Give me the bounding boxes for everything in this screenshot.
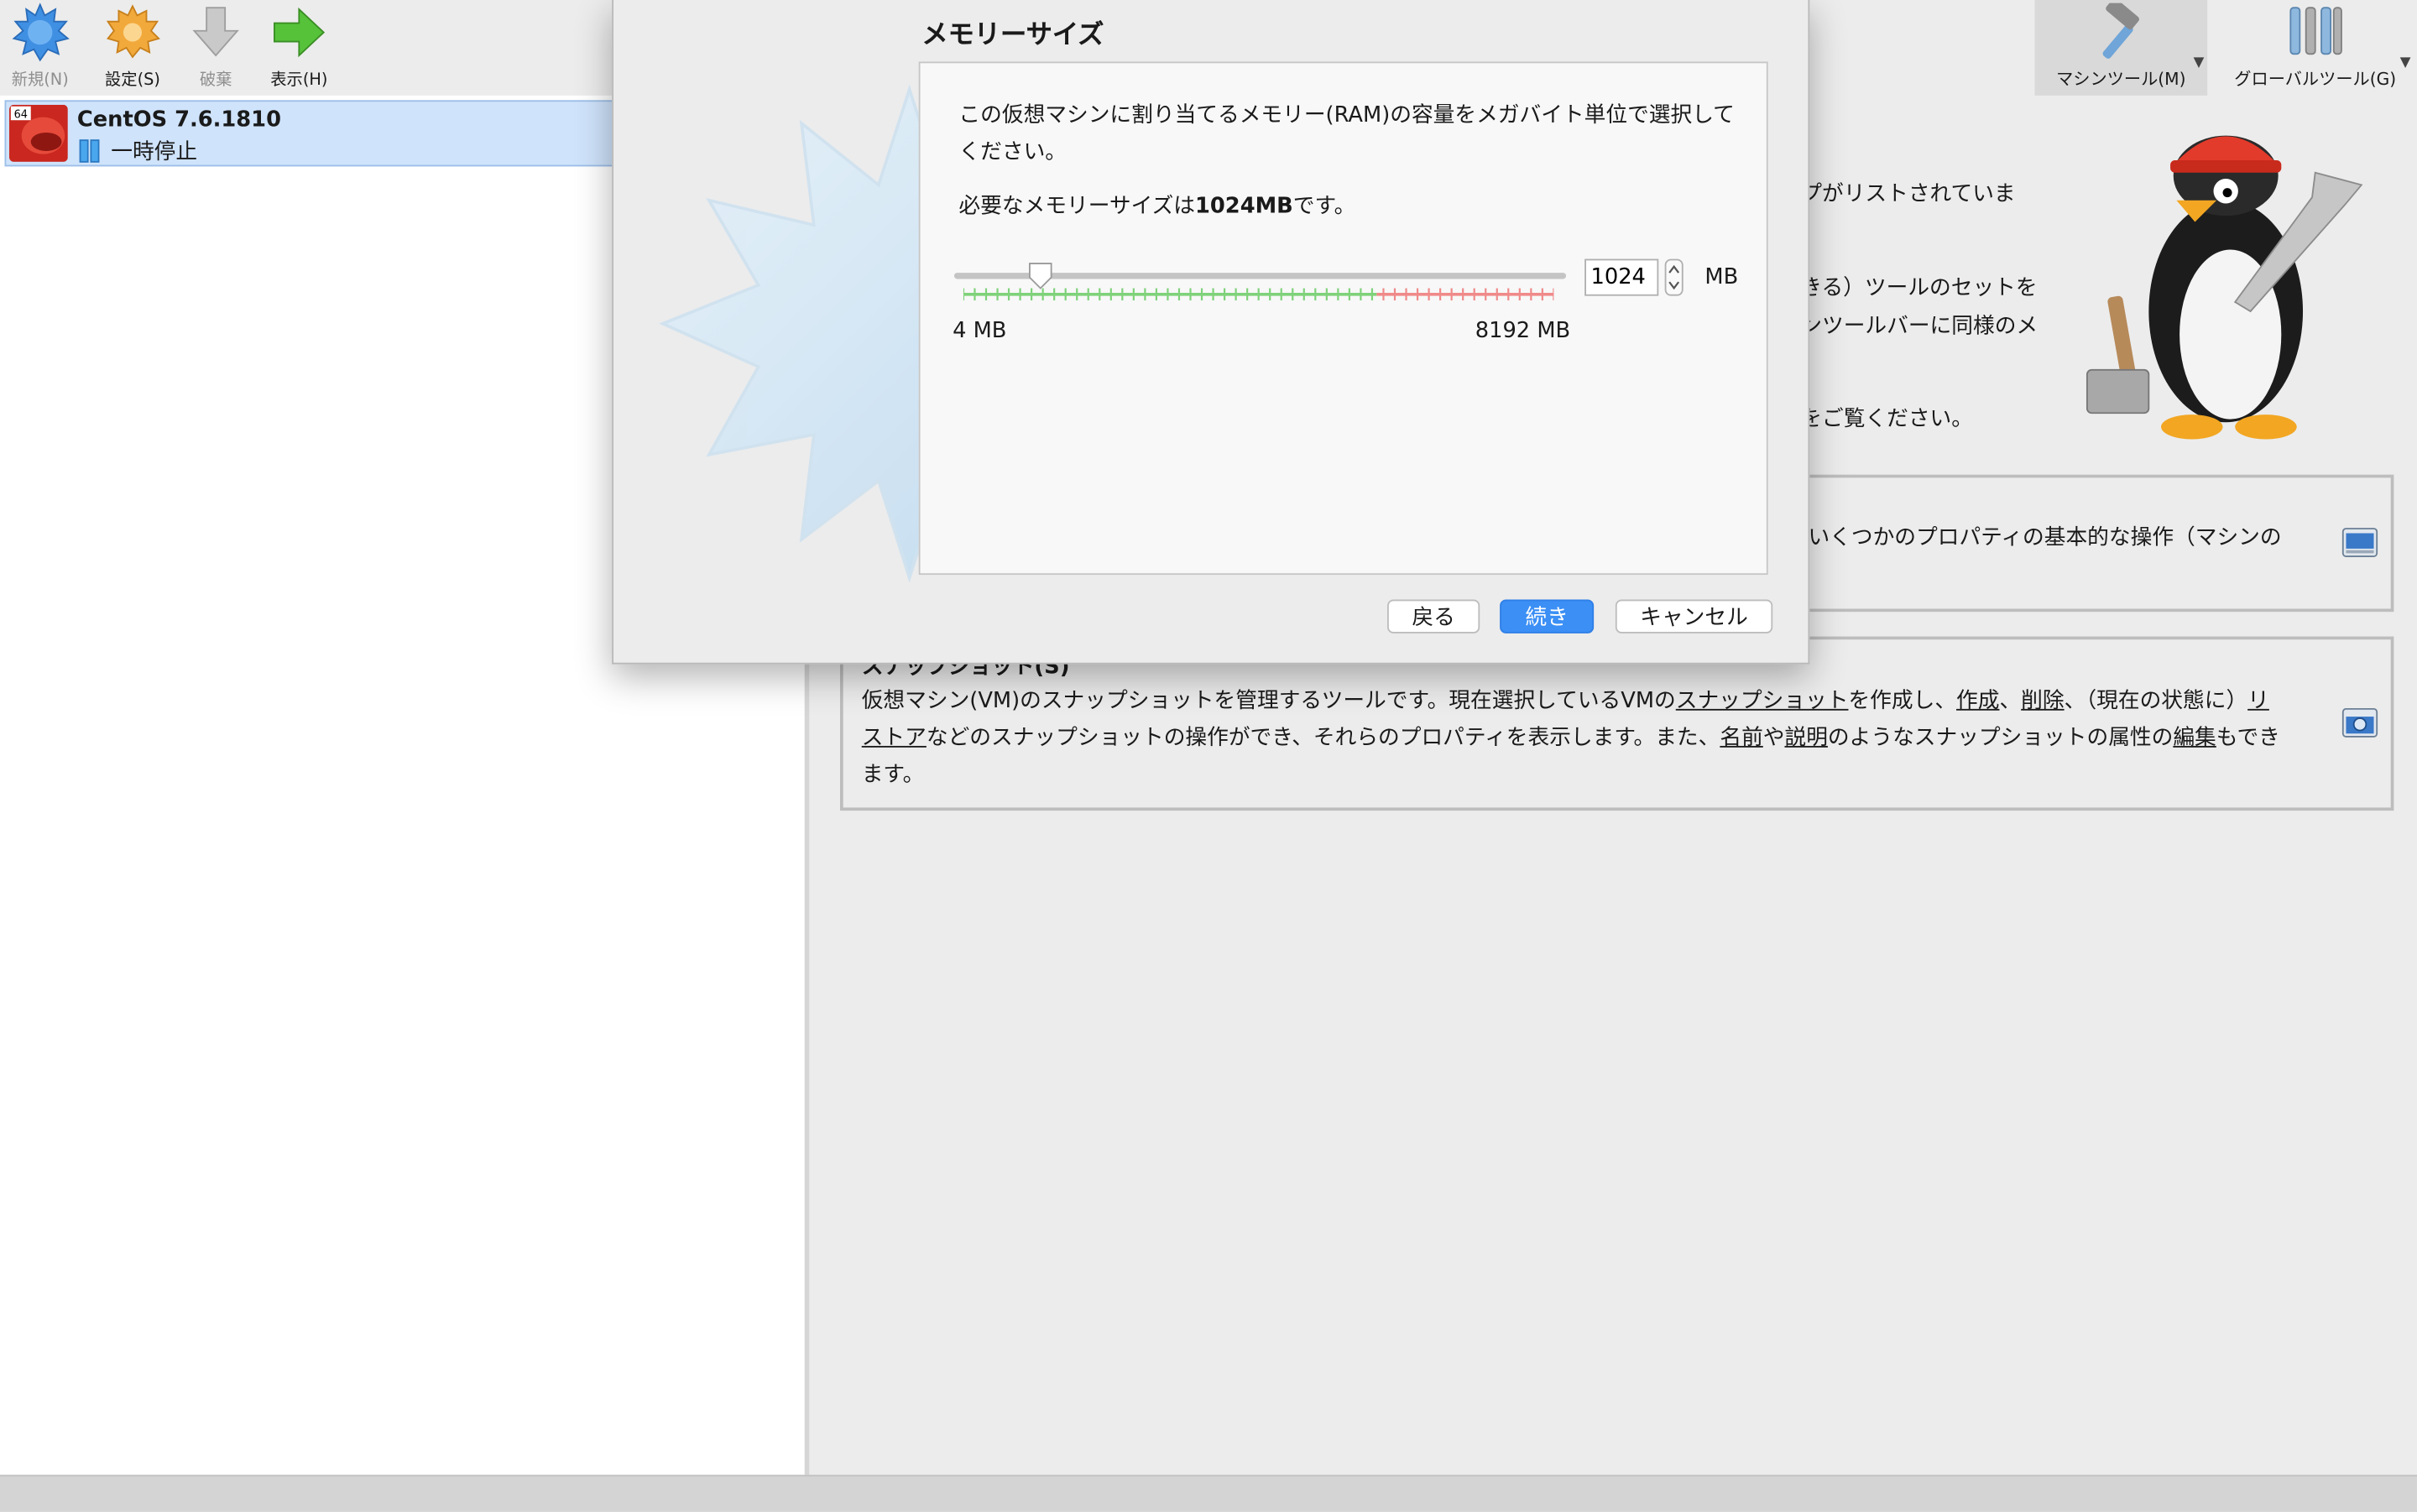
discard-button[interactable]: 破棄 (175, 3, 256, 93)
show-label: 表示(H) (270, 70, 328, 90)
memory-size-dialog: メモリーサイズ この仮想マシンに割り当てるメモリー(RAM)の容量をメガバイト単… (612, 0, 1810, 665)
memory-unit-label: MB (1704, 264, 1739, 290)
stepper-arrows-icon (1668, 264, 1680, 290)
memory-slider-handle[interactable] (1029, 262, 1053, 289)
snap-text-6: のようなスナップショットの属性の (1827, 726, 2174, 751)
required-prefix: 必要なメモリーサイズは (958, 194, 1196, 219)
welcome-line-4: をご覧ください。 (1800, 406, 1973, 432)
discard-label: 破棄 (199, 70, 232, 90)
status-bar (0, 1474, 2417, 1512)
snap-text-3: 、（現在の状態に） (2064, 689, 2248, 714)
details-description: いくつかのプロパティの基本的な操作（マシンの (1808, 525, 2282, 550)
gear-icon (106, 4, 160, 59)
snap-text-4: などのスナップショットの操作ができ、それらのプロパティを表示します。また、 (926, 726, 1720, 751)
new-label: 新規(N) (11, 70, 69, 90)
delete-link[interactable]: 削除 (2021, 689, 2064, 713)
vm-name: CentOS 7.6.1810 (76, 107, 281, 133)
restore-link-start[interactable]: リ (2247, 689, 2269, 713)
details-icon (2341, 528, 2378, 557)
arch-badge: 64 (14, 109, 28, 122)
settings-label: 設定(S) (105, 70, 160, 90)
cancel-button[interactable]: キャンセル (1615, 599, 1773, 633)
centos-os-icon: 64 (9, 104, 68, 162)
description-link[interactable]: 説明 (1784, 726, 1827, 750)
snapshots-line-2: ストアなどのスナップショットの操作ができ、それらのプロパティを表示します。また、… (862, 720, 2280, 757)
machine-tools-button[interactable]: マシンツール(M) (2034, 0, 2208, 96)
next-button[interactable]: 続き (1500, 599, 1595, 633)
back-button[interactable]: 戻る (1387, 599, 1480, 633)
show-arrow-icon (274, 7, 326, 58)
name-link[interactable]: 名前 (1720, 726, 1762, 750)
memory-stepper[interactable] (1664, 258, 1684, 296)
snapshot-camera-icon (2341, 707, 2378, 738)
snapshots-line-1: 仮想マシン(VM)のスナップショットを管理するツールです。現在選択しているVMの… (862, 683, 2269, 720)
new-button[interactable]: 新規(N) (0, 3, 81, 93)
global-tools-icon (2289, 7, 2342, 55)
global-tools-label: グローバルツール(G) (2234, 69, 2397, 90)
snap-text-1: 仮想マシン(VM)のスナップショットを管理するツールです。現在選択しているVMの (861, 689, 1676, 714)
dialog-description: この仮想マシンに割り当てるメモリー(RAM)の容量をメガバイト単位で選択してくだ… (958, 103, 1735, 165)
welcome-line-3: ンツールバーに同様のメ (1800, 314, 2039, 340)
global-tools-button[interactable]: グローバルツール(G) (2229, 0, 2402, 96)
dialog-content-panel: この仮想マシンに割り当てるメモリー(RAM)の容量をメガバイト単位で選択してくだ… (918, 61, 1768, 576)
edit-link[interactable]: 編集 (2173, 726, 2216, 750)
penguin-mascot-icon (2086, 135, 2363, 440)
snapshot-link[interactable]: スナップショット (1676, 689, 1849, 713)
discard-arrow-icon (192, 7, 239, 57)
snapshots-line-3: ます。 (861, 763, 925, 788)
snap-text-7: もでき (2216, 726, 2280, 751)
global-tools-dropdown-icon[interactable]: ▼ (2400, 55, 2411, 70)
snap-text-2: を作成し、 (1848, 689, 1957, 714)
settings-button[interactable]: 設定(S) (92, 3, 173, 93)
slider-min-label: 4 MB (953, 319, 1007, 344)
slider-max-label: 8192 MB (1475, 319, 1571, 344)
welcome-line-1: プがリストされていま (1800, 181, 2016, 207)
required-value: 1024MB (1195, 194, 1293, 219)
required-memory-text: 必要なメモリーサイズは1024MBです。 (958, 190, 1355, 221)
snap-text-5: や (1762, 726, 1785, 751)
vm-state: 一時停止 (111, 140, 198, 165)
hammer-icon (2102, 3, 2140, 59)
new-vm-icon (12, 3, 70, 62)
required-suffix: です。 (1292, 194, 1356, 219)
snap-sep: 、 (1999, 689, 2022, 714)
welcome-line-2: きる）ツールのセットを (1800, 275, 2038, 301)
memory-slider-ticks (963, 288, 1554, 301)
restore-link-end[interactable]: ストア (862, 726, 927, 750)
paused-state-icon (79, 139, 100, 163)
memory-size-input[interactable] (1584, 258, 1659, 296)
dialog-title: メモリーサイズ (921, 19, 1104, 51)
show-button[interactable]: 表示(H) (259, 3, 340, 93)
create-link[interactable]: 作成 (1956, 689, 1999, 713)
machine-tools-dropdown-icon[interactable]: ▼ (2194, 55, 2205, 70)
machine-tools-label: マシンツール(M) (2056, 69, 2186, 90)
